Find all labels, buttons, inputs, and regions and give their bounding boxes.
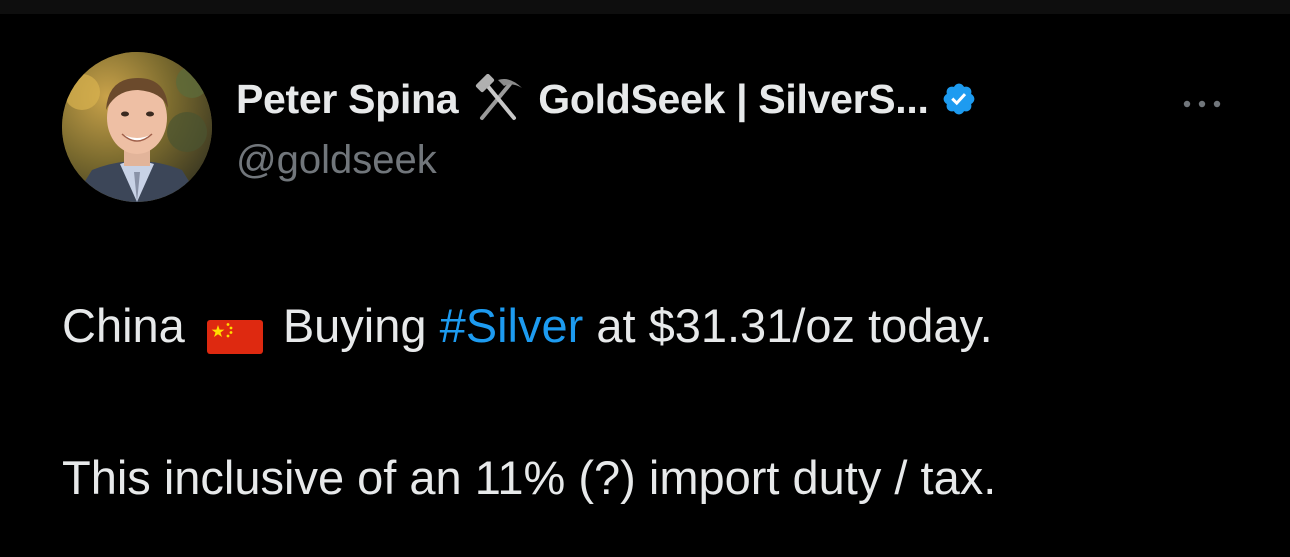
author-name-part1[interactable]: Peter Spina (236, 76, 459, 123)
more-options-button[interactable] (1178, 92, 1226, 116)
tweet-card[interactable]: Peter Spina GoldSeek | SilverS... @golds… (0, 14, 1290, 557)
author-handle[interactable]: @goldseek (236, 138, 437, 183)
china-flag-icon (206, 310, 263, 354)
verified-badge-icon[interactable] (941, 81, 977, 117)
author-name-part2[interactable]: GoldSeek | SilverS... (538, 76, 929, 123)
top-strip (0, 0, 1290, 14)
text-china: China (62, 299, 185, 352)
hashtag-silver-link[interactable]: #Silver (440, 299, 584, 352)
text-buying: Buying (282, 299, 427, 352)
hammer-and-pick-icon (468, 73, 528, 124)
tweet-text-line2: This inclusive of an 11% (?) import duty… (62, 451, 997, 504)
more-options-icon (1183, 100, 1221, 108)
tweet-text-line1: China Buying #Silver at $31.31/oz today. (62, 298, 993, 354)
text-price: at $31.31/oz today. (596, 299, 993, 352)
avatar[interactable] (62, 52, 212, 202)
avatar-image (62, 52, 212, 202)
author-name-row[interactable]: Peter Spina GoldSeek | SilverS... (236, 73, 977, 124)
